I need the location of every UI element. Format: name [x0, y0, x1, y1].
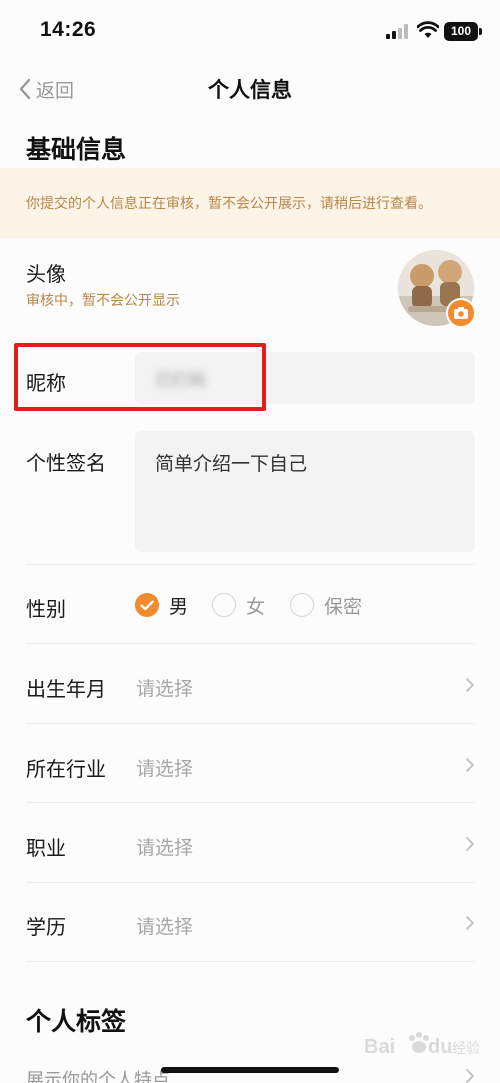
gender-option-female[interactable]: 女 [212, 593, 266, 618]
occupation-label: 职业 [26, 838, 66, 860]
occupation-select[interactable]: 请选择 [136, 833, 193, 860]
divider [26, 564, 475, 565]
personal-info-screen: 14:26 100 返回 个人信息 基础信息 你提交的个人信息正在审核，暂不会公… [0, 0, 500, 1083]
highlight-box [14, 343, 266, 411]
svg-text:du: du [428, 1036, 452, 1058]
industry-select[interactable]: 请选择 [136, 754, 193, 781]
avatar-review-note: 审核中，暂不会公开显示 [26, 292, 180, 308]
svg-text:Bai: Bai [364, 1036, 395, 1058]
gender-option-private[interactable]: 保密 [290, 593, 363, 618]
avatar-label: 头像 [26, 264, 66, 286]
chevron-right-icon[interactable] [465, 915, 475, 931]
cellular-signal-icon [386, 23, 410, 39]
chevron-right-icon[interactable] [465, 1068, 475, 1083]
radio-circle-icon [212, 593, 236, 617]
svg-text:经验: 经验 [452, 1041, 480, 1057]
gender-option-male[interactable]: 男 [135, 593, 189, 618]
divider [26, 961, 475, 962]
education-select[interactable]: 请选择 [136, 912, 193, 939]
watermark-logo: Bai du 经验 [364, 1032, 480, 1058]
gender-option-label: 保密 [324, 596, 363, 618]
change-avatar-button[interactable] [446, 298, 476, 328]
bio-label: 个性签名 [26, 453, 106, 475]
divider [26, 802, 475, 803]
page-title: 个人信息 [208, 79, 292, 102]
wifi-icon [417, 21, 439, 38]
birth-month-select[interactable]: 请选择 [136, 674, 193, 701]
camera-icon [454, 307, 468, 319]
chevron-right-icon[interactable] [465, 677, 475, 693]
status-bar: 14:26 100 [0, 0, 500, 62]
bio-placeholder: 简单介绍一下自己 [155, 454, 308, 475]
gender-label: 性别 [26, 599, 66, 621]
checkmark-icon [135, 593, 159, 617]
radio-circle-icon [290, 593, 314, 617]
bio-textarea[interactable]: 简单介绍一下自己 [135, 431, 475, 552]
birth-month-label: 出生年月 [26, 679, 106, 701]
status-time: 14:26 [40, 18, 97, 41]
divider [26, 643, 475, 644]
education-label: 学历 [26, 917, 66, 939]
chevron-right-icon[interactable] [465, 836, 475, 852]
gender-option-label: 女 [246, 596, 266, 618]
review-notice: 你提交的个人信息正在审核，暂不会公开展示，请稍后进行查看。 [0, 168, 500, 238]
home-indicator[interactable] [161, 1067, 339, 1073]
divider [26, 882, 475, 883]
gender-option-label: 男 [169, 596, 189, 618]
industry-label: 所在行业 [26, 759, 106, 781]
basic-info-heading: 基础信息 [26, 136, 127, 164]
divider [26, 723, 475, 724]
personal-tags-placeholder[interactable]: 展示你的个人特点 [26, 1066, 170, 1083]
chevron-right-icon[interactable] [465, 757, 475, 773]
battery-icon: 100 [444, 22, 482, 41]
personal-tags-heading: 个人标签 [26, 1008, 127, 1036]
